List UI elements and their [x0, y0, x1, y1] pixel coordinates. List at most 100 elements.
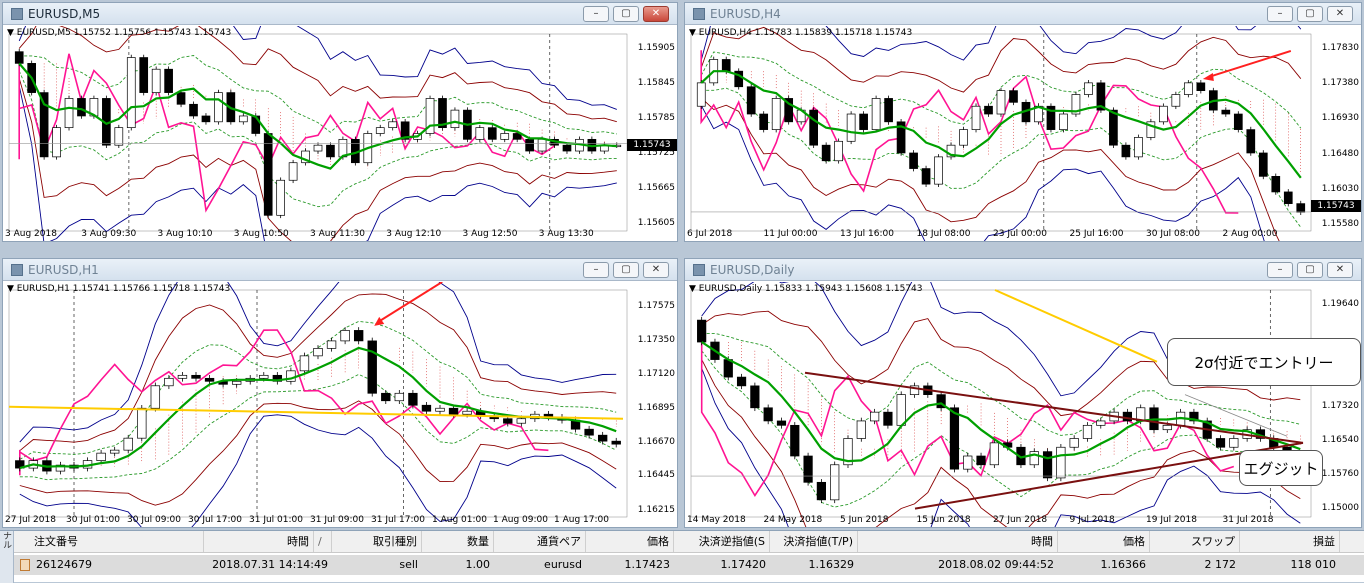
candle	[790, 422, 800, 460]
price-chart[interactable]: ▼ EURUSD,H4 1.15783 1.15839 1.15718 1.15…	[685, 26, 1361, 241]
col-swap[interactable]: スワップ	[1150, 531, 1240, 552]
candle	[137, 404, 147, 442]
chart-canvas[interactable]	[3, 26, 678, 242]
candle-body	[151, 68, 161, 93]
window-titlebar[interactable]: EURUSD,H4 – ▢ ✕	[685, 3, 1361, 25]
maximize-button[interactable]: ▢	[1297, 262, 1323, 278]
chart-canvas[interactable]	[685, 26, 1362, 242]
window-title: EURUSD,H4	[710, 6, 781, 21]
candle-body	[139, 57, 149, 93]
candle-body	[1121, 144, 1131, 158]
col-symbol[interactable]: 通貨ペア	[494, 531, 586, 552]
candle-body	[1246, 129, 1256, 154]
candle	[177, 372, 188, 382]
candle	[123, 434, 133, 454]
close-button[interactable]: ✕	[643, 6, 669, 22]
minimize-button[interactable]: –	[583, 6, 609, 22]
candle-body	[1069, 438, 1079, 448]
candle-body	[816, 481, 826, 501]
chart-window-eurusd-m5[interactable]: EURUSD,M5 – ▢ ✕ ▼ EURUSD,M5 1.15752 1.15…	[2, 2, 678, 242]
candle	[189, 101, 198, 119]
candle	[394, 390, 405, 405]
entry-arrow	[1208, 50, 1292, 78]
entry-arrow	[377, 282, 443, 323]
col-order-id[interactable]: 注文番号	[14, 531, 204, 552]
table-row[interactable]: 26124679 2018.07.31 14:14:49 sell 1.00 e…	[14, 555, 1364, 575]
col-type[interactable]: 取引種別	[332, 531, 422, 552]
close-button[interactable]: ✕	[643, 262, 669, 278]
col-close-time[interactable]: 時間	[858, 531, 1058, 552]
time-axis-label: 31 Jul 17:00	[371, 515, 425, 525]
chart-canvas[interactable]	[3, 282, 678, 528]
lagging-span	[18, 53, 555, 213]
minimize-button[interactable]: –	[1267, 262, 1293, 278]
price-axis-label: 1.15760	[1321, 469, 1359, 480]
candle	[870, 408, 880, 425]
col-open-time[interactable]: 時間	[204, 531, 314, 552]
maximize-button[interactable]: ▢	[613, 6, 639, 22]
price-axis-label: 1.15845	[637, 77, 675, 88]
col-price[interactable]: 価格	[586, 531, 674, 552]
chart-canvas[interactable]	[685, 282, 1362, 528]
time-axis-label: 6 Jul 2018	[687, 229, 733, 239]
candle	[1184, 80, 1193, 98]
price-chart[interactable]: ▼ EURUSD,Daily 1.15833 1.15943 1.15608 1…	[685, 282, 1361, 527]
candle-body	[381, 392, 391, 402]
price-chart[interactable]: ▼ EURUSD,H1 1.15741 1.15766 1.15718 1.15…	[3, 282, 677, 527]
candle	[77, 95, 86, 119]
close-button[interactable]: ✕	[1327, 6, 1353, 22]
candle-body	[611, 440, 621, 445]
candle	[883, 408, 893, 429]
terminal-panel[interactable]: ナル 注文番号 時間 / 取引種別 数量 通貨ペア 価格 決済逆指値(S 決済指…	[0, 530, 1364, 583]
candle-body	[137, 407, 147, 439]
chart-window-eurusd-h1[interactable]: EURUSD,H1 – ▢ ✕ ▼ EURUSD,H1 1.15741 1.15…	[2, 258, 678, 528]
maximize-button[interactable]: ▢	[1297, 6, 1323, 22]
profit: 118 010	[1290, 558, 1337, 571]
time-axis-label: 15 Jun 2018	[916, 515, 971, 525]
chart-window-eurusd-h4[interactable]: EURUSD,H4 – ▢ ✕ ▼ EURUSD,H4 1.15783 1.15…	[684, 2, 1362, 242]
time-axis-label: 18 Jul 08:00	[916, 229, 971, 239]
candle	[1171, 91, 1181, 110]
terminal-side-tab[interactable]: ナル	[0, 531, 14, 583]
candle-body	[1159, 105, 1168, 123]
time-axis-label: 31 Jul 2018	[1222, 515, 1274, 525]
time-axis-label: 3 Aug 09:30	[81, 229, 137, 239]
candle	[388, 119, 398, 131]
candle	[750, 382, 760, 412]
col-volume[interactable]: 数量	[422, 531, 494, 552]
time-axis-label: 9 Jul 2018	[1069, 515, 1115, 525]
candle-body	[809, 109, 818, 146]
candle	[313, 142, 323, 154]
candle	[909, 150, 918, 172]
price-chart[interactable]: ▼ EURUSD,M5 1.15752 1.15756 1.15743 1.15…	[3, 26, 677, 241]
window-titlebar[interactable]: EURUSD,M5 – ▢ ✕	[3, 3, 677, 25]
candle	[276, 177, 285, 219]
candle-body	[584, 428, 594, 436]
candle	[746, 83, 756, 117]
col-profit[interactable]: 損益	[1240, 531, 1340, 552]
candle	[139, 54, 149, 96]
candle-body	[204, 377, 215, 382]
minimize-button[interactable]: –	[583, 262, 609, 278]
candle-body	[353, 330, 364, 342]
swap: 2 172	[1204, 558, 1237, 571]
candle	[871, 95, 881, 133]
candle	[816, 479, 826, 504]
candle-body	[512, 133, 522, 140]
window-titlebar[interactable]: EURUSD,Daily – ▢ ✕	[685, 259, 1361, 281]
close-button[interactable]: ✕	[1327, 262, 1353, 278]
minimize-button[interactable]: –	[1267, 6, 1293, 22]
sort-indicator: /	[314, 531, 332, 552]
candle	[984, 103, 993, 117]
col-stop-loss[interactable]: 決済逆指値(S	[674, 531, 770, 552]
window-title: EURUSD,H1	[28, 262, 99, 277]
col-take-profit[interactable]: 決済指値(T/P)	[770, 531, 858, 552]
time-axis-label: 1 Aug 09:00	[493, 515, 548, 525]
candle	[326, 142, 335, 160]
time-axis-label: 30 Jul 01:00	[66, 515, 120, 525]
col-close-price[interactable]: 価格	[1058, 531, 1150, 552]
candle-body	[1171, 94, 1181, 107]
window-titlebar[interactable]: EURUSD,H1 – ▢ ✕	[3, 259, 677, 281]
chart-window-eurusd-daily[interactable]: EURUSD,Daily – ▢ ✕ ▼ EURUSD,Daily 1.1583…	[684, 258, 1362, 528]
maximize-button[interactable]: ▢	[613, 262, 639, 278]
